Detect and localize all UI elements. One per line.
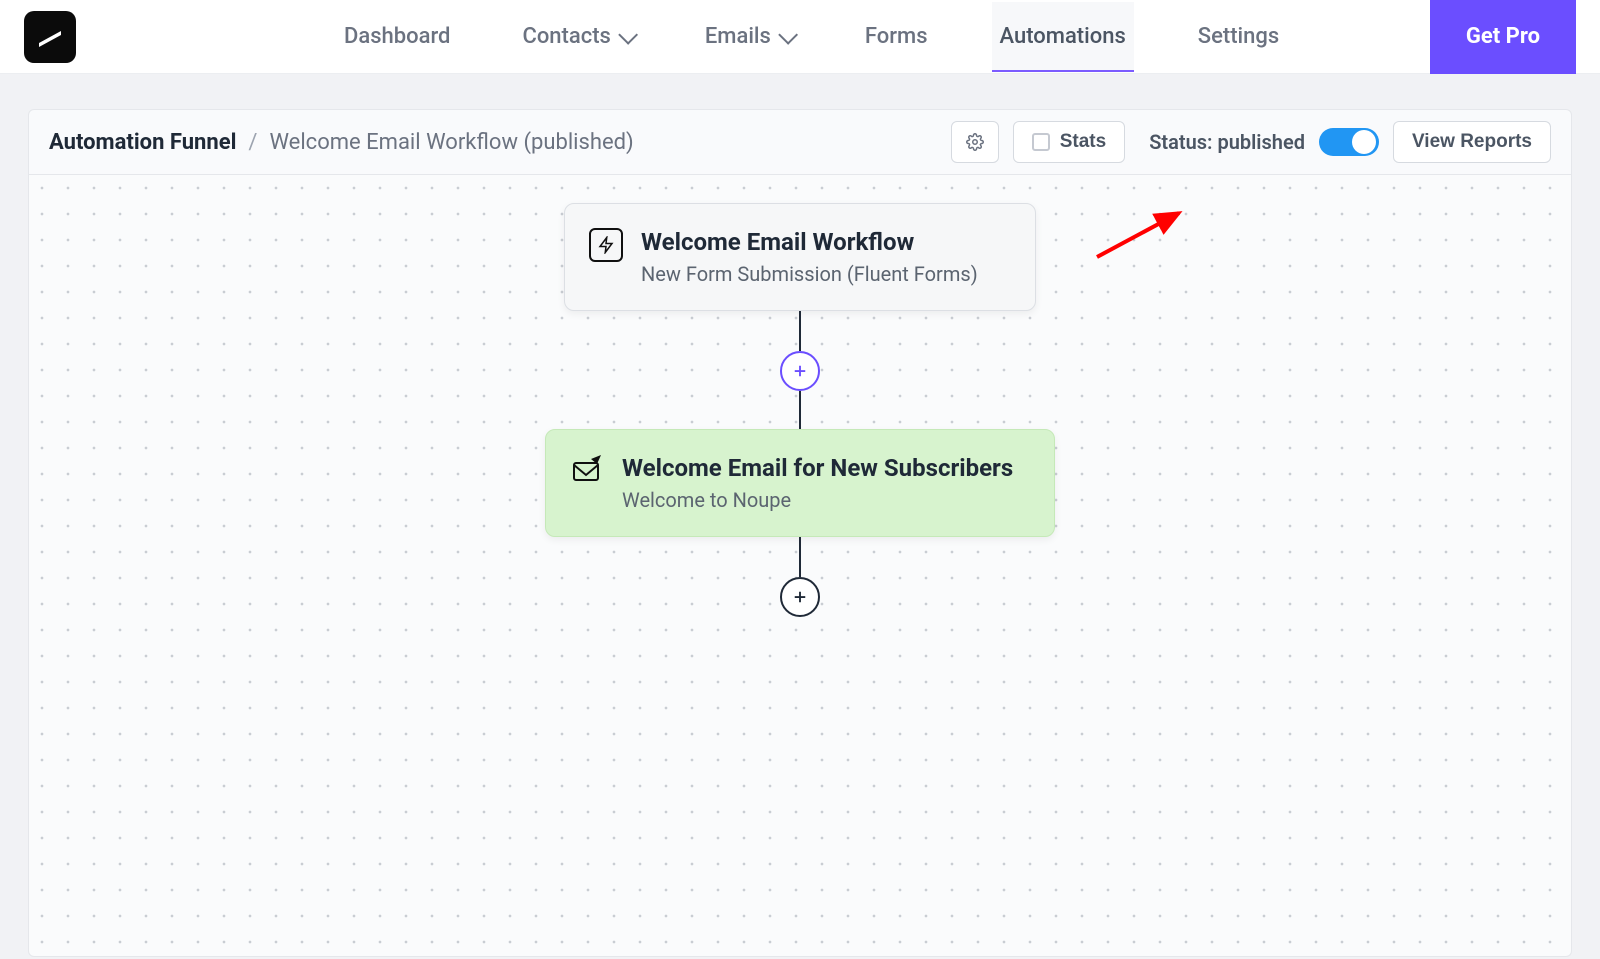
flow-column: Welcome Email Workflow New Form Submissi… [545,203,1055,617]
funnel-toolbar: Automation Funnel / Welcome Email Workfl… [28,109,1572,175]
page-body: Automation Funnel / Welcome Email Workfl… [0,74,1600,959]
breadcrumb-leaf: Welcome Email Workflow (published) [269,130,633,155]
trigger-node[interactable]: Welcome Email Workflow New Form Submissi… [564,203,1036,311]
email-send-icon [570,454,604,484]
nav-label: Dashboard [344,24,450,49]
nav-contacts[interactable]: Contacts [514,2,640,71]
nav-automations[interactable]: Automations [992,2,1134,71]
add-step-end-button[interactable] [780,577,820,617]
plus-icon [791,362,809,380]
breadcrumb-separator: / [248,130,257,155]
automation-canvas[interactable]: Welcome Email Workflow New Form Submissi… [28,175,1572,957]
node-text: Welcome Email Workflow New Form Submissi… [641,228,978,286]
connector-line [799,391,801,429]
nav-emails[interactable]: Emails [697,2,801,71]
view-reports-button[interactable]: View Reports [1393,121,1551,163]
logo-icon [34,21,66,53]
trigger-subtitle: New Form Submission (Fluent Forms) [641,262,978,286]
action-title: Welcome Email for New Subscribers [622,454,1013,482]
get-pro-label: Get Pro [1466,24,1540,49]
nav-forms[interactable]: Forms [857,2,936,71]
stats-label: Stats [1060,131,1106,153]
nav-label: Forms [865,24,928,49]
nav-settings[interactable]: Settings [1190,2,1287,71]
breadcrumb: Automation Funnel / Welcome Email Workfl… [49,130,937,155]
checkbox-icon [1032,133,1050,151]
status-label: Status: published [1149,130,1305,154]
add-step-button[interactable] [780,351,820,391]
stats-toggle-button[interactable]: Stats [1013,121,1125,163]
connector-line [799,311,801,351]
plus-icon [791,588,809,606]
settings-button[interactable] [951,121,999,163]
action-subtitle: Welcome to Noupe [622,488,1013,512]
chevron-down-icon [618,24,638,44]
node-text: Welcome Email for New Subscribers Welcom… [622,454,1013,512]
nav-label: Contacts [522,24,610,49]
nav-items: Dashboard Contacts Emails Forms Automati… [336,2,1390,71]
top-nav: Dashboard Contacts Emails Forms Automati… [0,0,1600,74]
gear-icon [966,133,984,151]
nav-label: Settings [1198,24,1279,49]
app-logo[interactable] [24,11,76,63]
lightning-icon [589,228,623,262]
nav-label: Emails [705,24,771,49]
nav-dashboard[interactable]: Dashboard [336,2,458,71]
nav-label: Automations [1000,24,1126,49]
annotation-arrow-icon [1089,207,1189,265]
connector-line [799,537,801,577]
chevron-down-icon [778,24,798,44]
breadcrumb-root[interactable]: Automation Funnel [49,130,236,155]
trigger-title: Welcome Email Workflow [641,228,978,256]
get-pro-button[interactable]: Get Pro [1430,0,1576,74]
view-reports-label: View Reports [1412,131,1532,153]
action-node[interactable]: Welcome Email for New Subscribers Welcom… [545,429,1055,537]
publish-toggle[interactable] [1319,128,1379,156]
